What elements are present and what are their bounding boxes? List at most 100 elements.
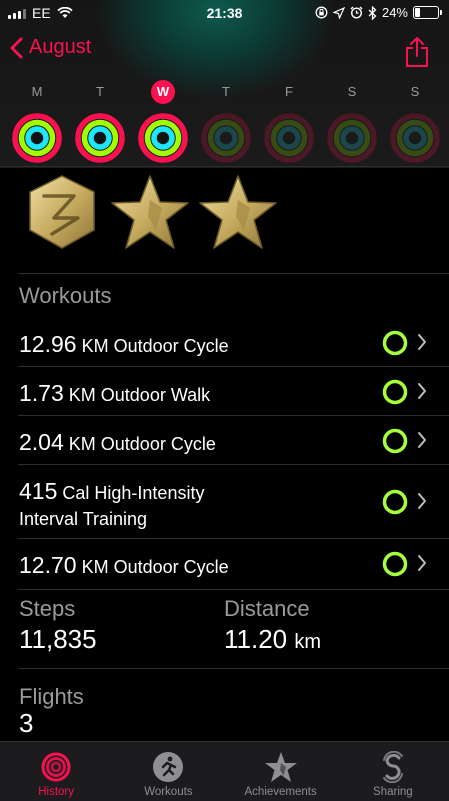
activity-rings-icon (138, 113, 188, 163)
workout-row[interactable]: 1.73 KM Outdoor Walk (0, 367, 449, 416)
activity-rings-icon (201, 113, 251, 163)
day-column[interactable]: T (73, 80, 127, 164)
workout-text: 12.70 KM Outdoor Cycle (19, 552, 349, 580)
workout-ring-icon (382, 489, 408, 515)
tab-label: Workouts (144, 786, 193, 798)
location-icon (332, 6, 345, 19)
divider (18, 668, 449, 669)
workout-label: KM Outdoor Cycle (81, 557, 229, 577)
activity-rings-icon (327, 113, 377, 163)
workout-ring-icon (382, 379, 408, 405)
workouts-title: Workouts (19, 283, 112, 308)
steps-label: Steps (19, 596, 76, 621)
navigation-bar: August (0, 30, 449, 74)
hexagon-award-icon[interactable] (22, 172, 102, 252)
day-letter: F (285, 84, 293, 99)
back-button[interactable]: August (10, 36, 91, 59)
divider (18, 273, 449, 274)
screen-lock-icon (315, 6, 328, 19)
day-column[interactable]: F (262, 80, 316, 164)
workout-text: 12.96 KM Outdoor Cycle (19, 331, 349, 359)
distance-stat: Distance 11.20 km (224, 596, 321, 655)
chevron-right-icon (418, 334, 426, 350)
status-right: 24% (315, 5, 442, 20)
workout-label: Cal High-Intensity (62, 483, 205, 503)
chevron-right-icon (418, 493, 426, 509)
workout-text: 415 Cal High-Intensity Interval Training (19, 478, 349, 532)
activity-rings-icon (264, 113, 314, 163)
week-strip: MTWTFSS (10, 80, 442, 164)
divider (0, 166, 449, 167)
workouts-list: 12.96 KM Outdoor Cycle 1.73 KM Outdoor Wa… (0, 318, 449, 588)
day-letter: S (410, 84, 420, 99)
distance-value: 11.20 (224, 624, 288, 654)
star-award-icon[interactable] (110, 172, 190, 252)
divider (18, 589, 449, 590)
workout-row[interactable]: 415 Cal High-Intensity Interval Training (0, 465, 449, 539)
workout-value: 1.73 (19, 380, 64, 406)
day-letter: T (222, 84, 230, 99)
workout-row[interactable]: 12.96 KM Outdoor Cycle (0, 318, 449, 367)
chevron-left-icon (10, 37, 23, 58)
workout-value: 415 (19, 478, 58, 504)
day-column[interactable]: T (199, 80, 253, 164)
workout-value: 2.04 (19, 429, 64, 455)
activity-rings-icon (390, 113, 440, 163)
flights-stat: Flights 3 (19, 684, 84, 739)
status-bar: EE 21:38 24% (0, 0, 449, 26)
sharing-icon (382, 751, 403, 783)
distance-unit: km (294, 631, 322, 653)
workout-row[interactable]: 12.70 KM Outdoor Cycle (0, 539, 449, 588)
tab-history[interactable]: History (0, 742, 112, 801)
share-button[interactable] (405, 36, 429, 73)
flights-label: Flights (19, 684, 84, 709)
activity-rings-icon (75, 113, 125, 163)
star-award-icon[interactable] (198, 172, 278, 252)
distance-value-row: 11.20 km (224, 624, 321, 655)
workout-text: 2.04 KM Outdoor Cycle (19, 429, 349, 457)
day-column[interactable]: S (388, 80, 442, 164)
tab-bar: History Workouts Achievements Sharing (0, 741, 449, 801)
workout-text: 1.73 KM Outdoor Walk (19, 380, 349, 408)
history-icon (41, 752, 71, 782)
battery-percent: 24% (381, 5, 408, 20)
day-column[interactable]: M (10, 80, 64, 164)
bluetooth-icon (368, 5, 377, 20)
back-label: August (29, 36, 92, 58)
flights-value: 3 (19, 708, 34, 738)
workout-ring-icon (382, 551, 408, 577)
steps-stat: Steps 11,835 (19, 596, 97, 655)
tab-label: Achievements (244, 786, 317, 798)
alarm-icon (350, 6, 363, 19)
tab-label: Sharing (373, 786, 413, 798)
tab-sharing[interactable]: Sharing (337, 742, 449, 801)
workout-label-line2: Interval Training (19, 509, 148, 529)
workout-value: 12.70 (19, 552, 77, 578)
tab-workouts[interactable]: Workouts (112, 742, 224, 801)
day-letter: T (96, 84, 104, 99)
workout-label: KM Outdoor Cycle (81, 336, 229, 356)
day-letter: W (151, 80, 175, 104)
battery-level (415, 8, 420, 17)
workout-label: KM Outdoor Cycle (68, 434, 216, 454)
workout-label: KM Outdoor Walk (68, 385, 211, 405)
battery-icon (413, 6, 442, 19)
chevron-right-icon (418, 432, 426, 448)
workout-row[interactable]: 2.04 KM Outdoor Cycle (0, 416, 449, 465)
tab-label: History (38, 786, 75, 798)
workout-ring-icon (382, 330, 408, 356)
tab-achievements[interactable]: Achievements (225, 742, 337, 801)
chevron-right-icon (418, 383, 426, 399)
share-icon (406, 37, 428, 67)
day-letter: M (31, 84, 43, 99)
chevron-right-icon (418, 555, 426, 571)
achievements-icon (264, 752, 297, 782)
steps-value: 11,835 (19, 624, 97, 654)
distance-label: Distance (224, 596, 310, 621)
workout-value: 12.96 (19, 331, 77, 357)
day-column[interactable]: S (325, 80, 379, 164)
workout-ring-icon (382, 428, 408, 454)
day-column[interactable]: W (136, 80, 190, 164)
workouts-icon (153, 752, 184, 782)
activity-rings-icon (12, 113, 62, 163)
